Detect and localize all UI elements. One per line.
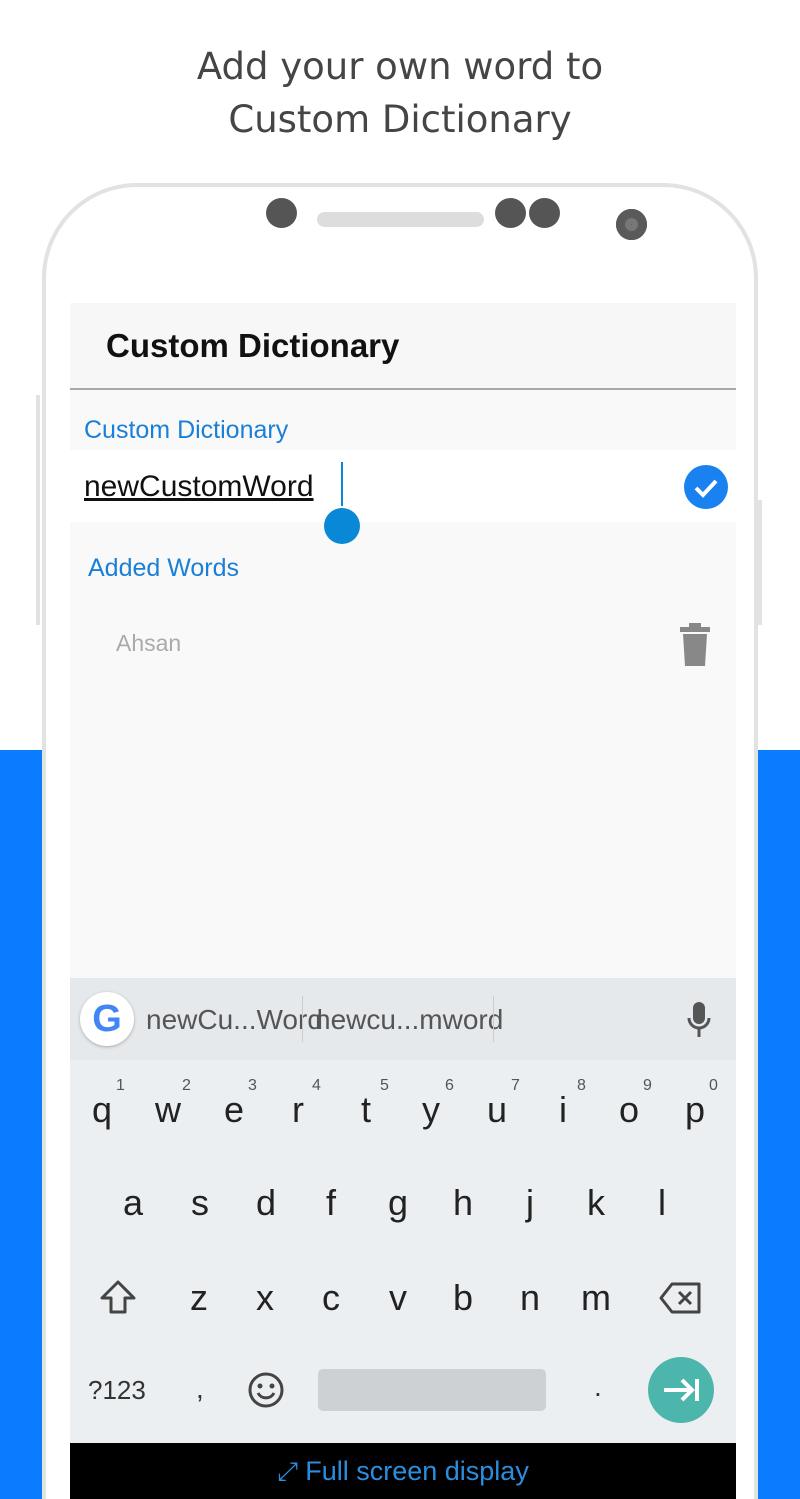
key-p[interactable]: p xyxy=(685,1089,705,1131)
sensor-icon xyxy=(529,198,560,228)
period-key[interactable]: . xyxy=(594,1371,602,1403)
suggestion-strip: G newCu...Word newcu...mword xyxy=(70,978,736,1060)
key-m[interactable]: m xyxy=(581,1277,611,1319)
list-item: Ahsan xyxy=(70,613,736,683)
key-y[interactable]: y xyxy=(422,1089,440,1131)
key-v[interactable]: v xyxy=(389,1277,407,1319)
phone-side-button xyxy=(758,500,762,625)
symbols-key[interactable]: ?123 xyxy=(88,1375,146,1406)
backspace-icon[interactable] xyxy=(658,1281,702,1315)
key-hint: 8 xyxy=(577,1077,586,1094)
key-n[interactable]: n xyxy=(520,1277,540,1319)
word-input-value: newCustomWord xyxy=(84,470,314,503)
space-key[interactable] xyxy=(318,1369,546,1411)
key-j[interactable]: j xyxy=(526,1182,534,1224)
key-z[interactable]: z xyxy=(190,1277,208,1319)
google-g-icon[interactable]: G xyxy=(80,992,134,1046)
headline-line-2: Custom Dictionary xyxy=(228,98,572,141)
key-h[interactable]: h xyxy=(453,1182,473,1224)
key-k[interactable]: k xyxy=(587,1182,605,1224)
key-hint: 9 xyxy=(643,1077,652,1094)
divider xyxy=(302,996,303,1042)
suggestion[interactable]: newcu...mword xyxy=(315,1004,503,1036)
comma-key[interactable]: , xyxy=(196,1373,204,1405)
key-hint: 4 xyxy=(312,1077,321,1094)
key-hint: 7 xyxy=(511,1077,520,1094)
text-cursor xyxy=(341,462,343,506)
key-t[interactable]: t xyxy=(361,1089,371,1131)
sensor-icon xyxy=(266,198,297,228)
camera-icon xyxy=(616,209,647,240)
key-a[interactable]: a xyxy=(123,1182,143,1224)
headline: Add your own word to Custom Dictionary xyxy=(0,40,800,146)
word-input[interactable]: newCustomWord xyxy=(70,450,736,522)
key-c[interactable]: c xyxy=(322,1277,340,1319)
key-hint: 3 xyxy=(248,1077,257,1094)
word-label: Ahsan xyxy=(116,630,182,656)
key-q[interactable]: q xyxy=(92,1089,112,1131)
expand-icon: ⤢ xyxy=(277,1456,306,1486)
key-hint: 1 xyxy=(116,1077,125,1094)
key-hint: 0 xyxy=(709,1077,718,1094)
sensor-icon xyxy=(495,198,526,228)
phone-side-button xyxy=(36,395,40,625)
added-words-heading: Added Words xyxy=(88,554,240,582)
divider xyxy=(493,996,494,1042)
key-e[interactable]: e xyxy=(224,1089,244,1131)
app-screen: Custom Dictionary Custom Dictionary newC… xyxy=(70,303,736,1499)
key-r[interactable]: r xyxy=(292,1089,304,1131)
key-i[interactable]: i xyxy=(559,1089,567,1131)
key-u[interactable]: u xyxy=(487,1089,507,1131)
app-bar-title: Custom Dictionary xyxy=(106,327,400,364)
fullscreen-label: Full screen display xyxy=(305,1456,529,1486)
enter-key[interactable] xyxy=(648,1357,714,1423)
app-bar: Custom Dictionary xyxy=(70,303,736,390)
input-label: Custom Dictionary xyxy=(84,416,289,444)
key-hint: 5 xyxy=(380,1077,389,1094)
key-hint: 6 xyxy=(445,1077,454,1094)
check-circle-icon[interactable] xyxy=(684,465,728,509)
speaker-grille xyxy=(317,212,484,227)
key-w[interactable]: w xyxy=(155,1089,181,1131)
shift-icon[interactable] xyxy=(98,1278,138,1318)
key-f[interactable]: f xyxy=(326,1182,336,1224)
trash-icon[interactable] xyxy=(678,623,712,667)
key-b[interactable]: b xyxy=(453,1277,473,1319)
key-g[interactable]: g xyxy=(388,1182,408,1224)
emoji-icon[interactable] xyxy=(247,1371,285,1409)
headline-line-1: Add your own word to xyxy=(196,45,604,88)
key-hint: 2 xyxy=(182,1077,191,1094)
key-o[interactable]: o xyxy=(619,1089,639,1131)
next-arrow-icon xyxy=(664,1378,699,1402)
key-d[interactable]: d xyxy=(256,1182,276,1224)
key-x[interactable]: x xyxy=(256,1277,274,1319)
keyboard: G newCu...Word newcu...mword q1 w2 e3 r4 t5 y… xyxy=(70,978,736,1443)
fullscreen-display-button[interactable]: ⤢ Full screen display xyxy=(70,1443,736,1499)
microphone-icon[interactable] xyxy=(686,1000,712,1040)
key-l[interactable]: l xyxy=(658,1182,666,1224)
cursor-handle[interactable] xyxy=(324,508,360,544)
suggestion[interactable]: newCu...Word xyxy=(146,1004,323,1036)
key-s[interactable]: s xyxy=(191,1182,209,1224)
